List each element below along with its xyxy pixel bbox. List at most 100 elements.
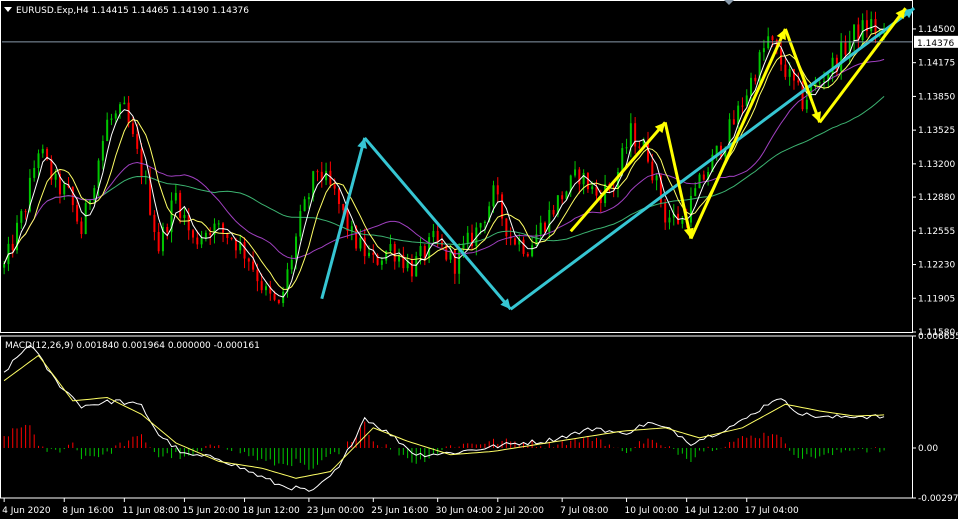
candle-body [183, 214, 186, 218]
candle-body [389, 244, 392, 251]
time-tick-label: 30 Jun 04:00 [436, 506, 493, 516]
candle-body [3, 264, 6, 268]
candle-body [264, 286, 267, 291]
candle-body [629, 123, 632, 148]
price-tick-label: 1.14500 [918, 25, 955, 35]
candle-body [483, 221, 486, 224]
price-tick-label: 1.11905 [918, 294, 955, 304]
candle-body [76, 205, 79, 222]
candle-body [192, 230, 195, 238]
candle-body [844, 42, 847, 55]
trend-arrow-cyan[interactable] [509, 6, 916, 311]
candle-body [526, 253, 529, 257]
candle-body [11, 243, 14, 251]
candle-body [436, 230, 439, 242]
candle-body [831, 57, 834, 75]
candle-body [625, 147, 628, 149]
chart-shift-marker[interactable] [724, 0, 734, 5]
candle-body [110, 118, 113, 120]
macd-tick-label: -0.002973 [918, 494, 958, 504]
time-tick-label: 7 Jul 08:00 [560, 506, 609, 516]
candle-body [840, 42, 843, 72]
candle-body [638, 146, 641, 148]
candle-body [861, 20, 864, 41]
candle-body [252, 261, 255, 270]
candle-body [741, 105, 744, 107]
candle-body [303, 199, 306, 212]
candle-body [870, 19, 873, 32]
macd-line [3, 344, 885, 492]
candle-body [153, 214, 156, 233]
candle-body [531, 245, 534, 257]
candle-body [166, 226, 169, 233]
candle-body [668, 217, 671, 223]
candle-body [123, 102, 126, 105]
current-price-label: 1.14376 [917, 39, 954, 49]
candle-body [157, 232, 160, 252]
candle-body [548, 209, 551, 233]
candle-body [432, 230, 435, 238]
candle-body [818, 82, 821, 84]
candle-body [372, 252, 375, 255]
candle-body [496, 185, 499, 195]
candle-body [513, 238, 516, 245]
candle-body [732, 119, 735, 125]
candle-body [458, 249, 461, 274]
candle-body [260, 281, 263, 291]
candle-body [80, 221, 83, 235]
trend-arrow-cyan[interactable] [363, 136, 512, 311]
candle-body [368, 252, 371, 257]
time-tick-label: 2 Jul 20:00 [496, 506, 545, 516]
candle-body [762, 48, 765, 53]
candle-body [84, 203, 87, 235]
candle-body [256, 269, 259, 282]
candle-body [694, 188, 697, 196]
macd-title: MACD(12,26,9) 0.001840 0.001964 0.000000… [5, 341, 260, 351]
candle-body [325, 170, 328, 181]
candle-body [290, 259, 293, 270]
candle-body [805, 99, 808, 110]
candle-body [295, 236, 298, 260]
candle-body [681, 218, 684, 224]
time-tick-label: 10 Jul 00:00 [625, 506, 679, 516]
chart-canvas[interactable]: 1.14500 1.14175 1.13850 1.13525 1.13200 1.128… [0, 0, 958, 519]
candle-body [574, 169, 577, 176]
time-tick-label: 18 Jun 12:00 [243, 506, 300, 516]
candle-body [37, 153, 40, 169]
candle-body [410, 260, 413, 277]
price-chart-title: EURUSD.Exp,H4 1.14415 1.14465 1.14190 1.… [16, 6, 249, 16]
candle-body [277, 299, 280, 304]
trend-arrow-yellow[interactable] [689, 28, 787, 240]
candle-body [689, 195, 692, 223]
candle-body [127, 102, 130, 124]
time-tick-label: 25 Jun 16:00 [371, 506, 428, 516]
candle-body [187, 214, 190, 231]
trend-arrow-cyan[interactable] [320, 137, 367, 300]
price-tick-label: 1.13525 [918, 126, 955, 136]
candle-body [582, 172, 585, 185]
candle-body [393, 244, 396, 262]
candle-body [136, 134, 139, 149]
time-tick-label: 17 Jul 04:00 [745, 506, 799, 516]
symbol-dropdown-icon[interactable] [4, 7, 12, 12]
candle-body [342, 204, 345, 211]
time-tick-label: 8 Jun 16:00 [62, 506, 114, 516]
macd-panel-frame [0, 335, 913, 499]
candle-body [41, 148, 44, 154]
candle-body [823, 81, 826, 83]
candle-body [196, 237, 199, 245]
candle-body [578, 169, 581, 185]
candle-body [621, 148, 624, 173]
candle-body [698, 174, 701, 189]
candle-body [522, 239, 525, 254]
candle-body [131, 123, 134, 135]
candle-body [797, 80, 800, 83]
candle-body [174, 192, 177, 201]
chart-window[interactable]: 1.14500 1.14175 1.13850 1.13525 1.13200 1.128… [0, 0, 958, 519]
candle-body [479, 223, 482, 228]
price-tick-label: 1.12555 [918, 227, 955, 237]
candle-body [33, 168, 36, 178]
candle-body [333, 184, 336, 189]
candle-body [423, 246, 426, 259]
candle-body [63, 184, 66, 195]
